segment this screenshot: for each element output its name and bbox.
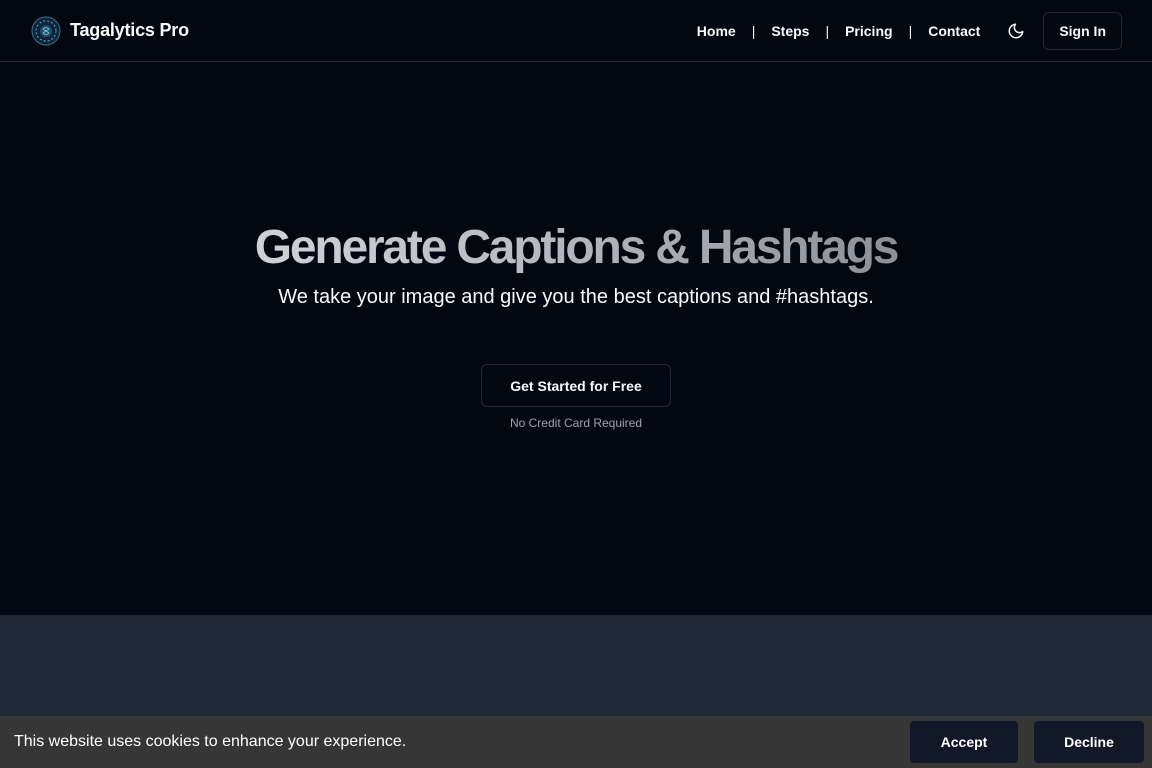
nav-link-pricing[interactable]: Pricing <box>845 23 892 39</box>
nav-link-home[interactable]: Home <box>697 23 736 39</box>
brand-name: Tagalytics Pro <box>70 20 189 40</box>
sign-in-button[interactable]: Sign In <box>1043 11 1122 50</box>
main-nav: Home | Steps | Pricing | Contact <box>697 23 981 39</box>
get-started-button[interactable]: Get Started for Free <box>481 364 671 407</box>
accept-cookies-button[interactable]: Accept <box>910 721 1018 763</box>
site-header: Tagalytics Pro Home | Steps | Pricing | … <box>0 0 1152 62</box>
hero-title: Generate Captions & Hashtags <box>0 220 1152 275</box>
hero-subtitle: We take your image and give you the best… <box>278 286 874 308</box>
moon-icon[interactable] <box>1006 21 1026 41</box>
cta-note: No Credit Card Required <box>509 416 643 430</box>
brand-logo-icon <box>31 16 61 46</box>
nav-link-contact[interactable]: Contact <box>928 23 980 39</box>
nav-separator: | <box>751 22 756 39</box>
decline-cookies-button[interactable]: Decline <box>1034 721 1144 763</box>
cookie-message: This website uses cookies to enhance you… <box>14 733 407 750</box>
hero-section: Generate Captions & Hashtags We take you… <box>0 62 1152 615</box>
nav-separator: | <box>825 22 830 39</box>
page: Tagalytics Pro Home | Steps | Pricing | … <box>0 0 1152 768</box>
nav-link-steps[interactable]: Steps <box>771 23 809 39</box>
cookie-actions: Accept Decline <box>910 721 1152 763</box>
nav-separator: | <box>908 22 913 39</box>
cookie-banner: This website uses cookies to enhance you… <box>0 716 1152 768</box>
brand[interactable]: Tagalytics Pro <box>31 16 189 46</box>
